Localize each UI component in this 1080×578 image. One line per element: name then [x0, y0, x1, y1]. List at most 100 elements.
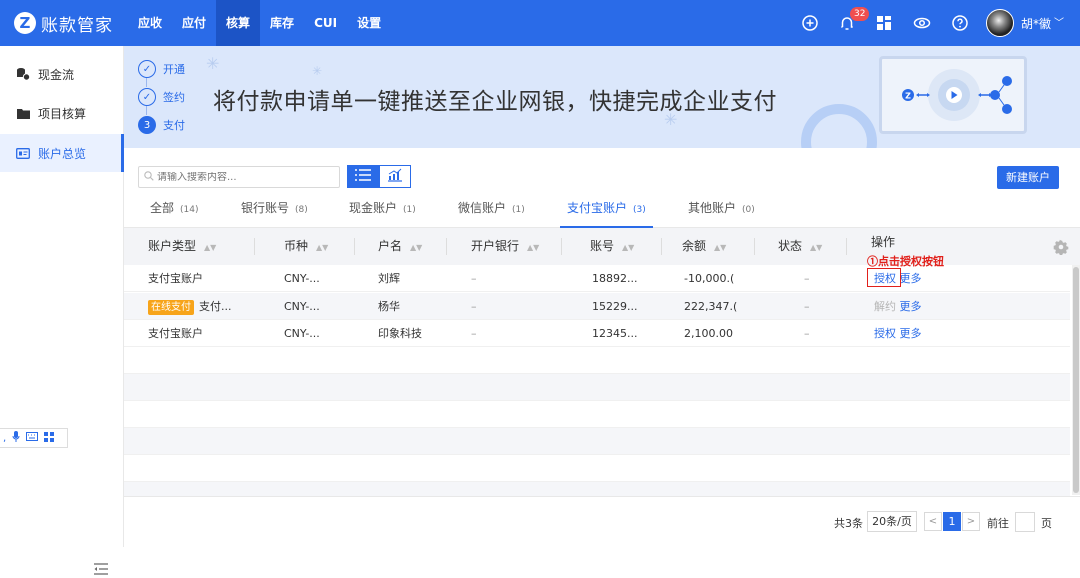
sort-icon[interactable]: ▲▼	[410, 243, 422, 252]
more-link[interactable]: 更多	[900, 272, 922, 285]
list-view-button[interactable]	[347, 165, 379, 188]
cell-currency: CNY-...	[284, 272, 320, 285]
nav-item-accounting[interactable]: 核算	[216, 0, 261, 46]
tab-count: (1)	[512, 205, 525, 215]
tab-other[interactable]: 其他账户 (0)	[688, 192, 755, 228]
search-box[interactable]	[138, 166, 340, 188]
add-icon[interactable]	[799, 12, 821, 34]
banner-title: 将付款申请单一键推送至企业网银，快捷完成企业支付	[213, 89, 777, 115]
tab-cash[interactable]: 现金账户 (1)	[349, 192, 416, 228]
check-icon: ✓	[138, 88, 156, 106]
page-size-select[interactable]: 20条/页	[867, 511, 917, 532]
cell-name: 刘辉	[378, 272, 400, 285]
keyboard-icon[interactable]	[26, 432, 39, 444]
more-link[interactable]: 更多	[900, 327, 922, 340]
nav-item-cui[interactable]: CUI	[304, 0, 347, 46]
tab-bank[interactable]: 银行账号 (8)	[241, 192, 308, 228]
empty-row	[124, 428, 1070, 455]
step-pay: 3 支付	[138, 116, 185, 134]
column-divider	[754, 238, 755, 255]
tab-label: 其他账户	[688, 201, 737, 215]
tab-all[interactable]: 全部 (14)	[150, 192, 199, 228]
sort-icon[interactable]: ▲▼	[810, 243, 822, 252]
tab-alipay[interactable]: 支付宝账户 (3)	[560, 192, 653, 228]
column-divider	[254, 238, 255, 255]
prev-page-button[interactable]: <	[924, 512, 942, 531]
next-page-button[interactable]: >	[962, 512, 980, 531]
column-label: 状态	[778, 239, 803, 253]
column-label: 余额	[682, 239, 707, 253]
new-account-button[interactable]: 新建账户	[997, 166, 1059, 189]
annotation-highlight	[867, 268, 901, 287]
column-header-type[interactable]: 账户类型 ▲▼	[148, 228, 216, 265]
column-divider	[561, 238, 562, 255]
column-header-currency[interactable]: 币种 ▲▼	[284, 228, 328, 265]
nav-item-payable[interactable]: 应付	[172, 0, 216, 46]
sidebar-item-label: 项目核算	[38, 106, 87, 121]
goto-page-input[interactable]	[1015, 512, 1035, 532]
column-header-account[interactable]: 账号 ▲▼	[590, 228, 634, 265]
authorize-link[interactable]: 授权	[874, 327, 896, 340]
tab-label: 银行账号	[241, 201, 290, 215]
pagination-total: 共3条	[834, 517, 863, 530]
video-thumbnail[interactable]: Z	[879, 56, 1027, 134]
apps-grid-icon[interactable]	[873, 12, 895, 34]
sidebar-item-project-accounting[interactable]: 项目核算	[0, 94, 124, 132]
search-icon	[144, 170, 154, 184]
table-row: 在线支付 支付... CNY-... 杨华 – 15229... 222,347.…	[124, 293, 1070, 320]
nav-item-inventory[interactable]: 库存	[260, 0, 304, 46]
folder-icon	[16, 106, 30, 120]
sidebar-item-cash-flow[interactable]: 现金流	[0, 55, 124, 93]
chevron-down-icon[interactable]: ﹀	[1054, 14, 1064, 29]
more-link[interactable]: 更多	[900, 300, 922, 313]
promo-banner: ✳ ✳ ✳ ✓ 开通 ✓ 签约 3 支付 将付款申请单一键推送至企业网银，快捷完…	[124, 46, 1080, 148]
app-title: 账款管家	[41, 15, 113, 36]
step-connector	[146, 106, 147, 115]
cell-balance: -10,000.(	[684, 272, 735, 285]
goto-label: 前往	[987, 517, 1009, 530]
search-input[interactable]	[157, 171, 327, 183]
column-header-bank[interactable]: 开户银行 ▲▼	[471, 228, 539, 265]
user-name[interactable]: 胡*徽	[1021, 15, 1051, 32]
tab-wechat[interactable]: 微信账户 (1)	[458, 192, 525, 228]
check-icon: ✓	[138, 60, 156, 78]
grid-icon[interactable]	[44, 431, 55, 445]
column-label: 币种	[284, 239, 309, 253]
current-page-button[interactable]: 1	[943, 512, 961, 531]
sort-icon[interactable]: ▲▼	[527, 243, 539, 252]
step-label: 签约	[163, 91, 185, 104]
step-activate: ✓ 开通	[138, 60, 185, 78]
chart-view-button[interactable]	[379, 165, 411, 188]
empty-row	[124, 455, 1070, 482]
svg-text:Z: Z	[905, 92, 911, 101]
column-header-status[interactable]: 状态 ▲▼	[778, 228, 822, 265]
tab-count: (14)	[180, 205, 199, 215]
comma-icon[interactable]: ,	[3, 433, 6, 444]
collapse-sidebar-icon[interactable]	[94, 563, 108, 577]
sparkle-icon: ✳	[312, 64, 323, 78]
tab-label: 现金账户	[349, 201, 398, 215]
sort-icon[interactable]: ▲▼	[622, 243, 634, 252]
nav-item-receivable[interactable]: 应收	[128, 0, 172, 46]
nav-item-settings[interactable]: 设置	[347, 0, 391, 46]
app-logo[interactable]: Z 账款管家	[14, 11, 113, 36]
tab-count: (8)	[295, 205, 308, 215]
top-bar: Z 账款管家 应收 应付 核算 库存 CUI 设置 32 胡*徽 ﹀	[0, 0, 1080, 46]
cell-status: –	[804, 327, 810, 340]
avatar[interactable]	[986, 9, 1014, 37]
column-header-balance[interactable]: 余额 ▲▼	[682, 228, 726, 265]
sort-icon[interactable]: ▲▼	[316, 243, 328, 252]
help-icon[interactable]	[949, 12, 971, 34]
decoration-ring	[801, 104, 877, 148]
sort-icon[interactable]: ▲▼	[714, 243, 726, 252]
scrollbar-thumb[interactable]	[1073, 267, 1079, 493]
sidebar-item-label: 现金流	[38, 67, 75, 82]
table-row: 支付宝账户 CNY-... 印象科技 – 12345... 2,100.00 –…	[124, 320, 1070, 347]
sidebar-item-account-overview[interactable]: 账户总览	[0, 134, 124, 172]
sort-icon[interactable]: ▲▼	[204, 243, 216, 252]
eye-icon[interactable]	[911, 12, 933, 34]
microphone-icon[interactable]	[12, 431, 20, 445]
cell-balance: 222,347.(	[684, 300, 738, 313]
column-header-name[interactable]: 户名 ▲▼	[378, 228, 422, 265]
gear-icon[interactable]	[1053, 239, 1069, 256]
